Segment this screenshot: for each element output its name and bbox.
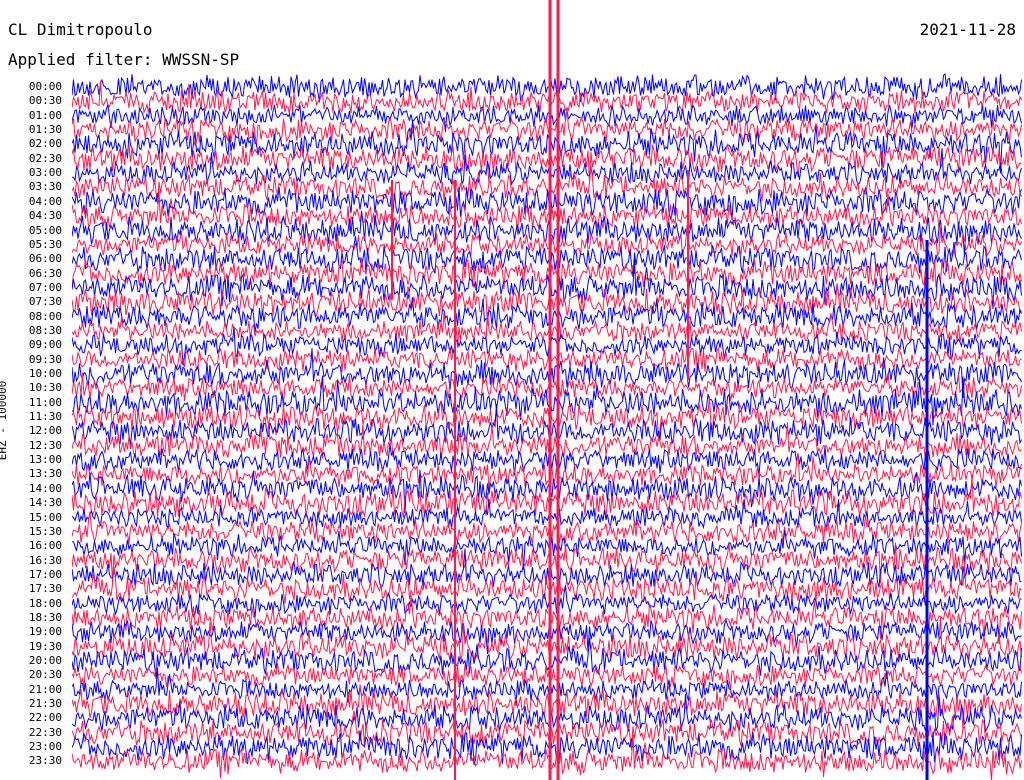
time-label: 20:00 <box>28 654 62 667</box>
time-label: 22:00 <box>28 711 62 725</box>
helicorder-page: CL Dimitropoulo Applied filter: WWSSN-SP… <box>0 0 1024 780</box>
time-label: 15:00 <box>28 510 62 524</box>
time-label: 13:00 <box>28 453 62 467</box>
time-label: 09:30 <box>28 352 62 366</box>
time-label: 17:30 <box>28 582 62 596</box>
time-label: 09:00 <box>28 338 62 352</box>
time-label: 19:30 <box>28 639 62 653</box>
time-label: 18:30 <box>28 610 62 624</box>
trace-line <box>72 326 1022 366</box>
time-label: 01:30 <box>28 123 62 137</box>
time-label: 19:00 <box>28 625 62 639</box>
time-label: 21:30 <box>28 697 62 711</box>
time-label: 05:00 <box>28 223 62 237</box>
time-label: 00:00 <box>28 80 62 93</box>
trace-line <box>72 375 1022 426</box>
trace-line <box>72 257 1022 291</box>
helicorder-plot <box>72 0 1022 780</box>
trace-line <box>72 396 1022 440</box>
time-label: 16:00 <box>28 539 62 553</box>
time-label: 13:30 <box>28 467 62 481</box>
time-label: 06:30 <box>28 266 62 280</box>
time-label: 14:00 <box>28 481 62 495</box>
time-label: 12:00 <box>28 424 62 438</box>
time-label: 15:30 <box>28 524 62 538</box>
time-label: 10:00 <box>28 367 62 380</box>
time-label: 03:30 <box>28 180 62 194</box>
time-label: 02:00 <box>28 137 62 151</box>
time-label: 11:00 <box>28 395 62 409</box>
time-label: 22:30 <box>28 725 62 739</box>
time-label: 04:30 <box>28 209 62 223</box>
time-label: 03:00 <box>28 166 62 180</box>
time-label: 12:30 <box>28 438 62 452</box>
time-label: 23:30 <box>28 754 62 768</box>
time-label: 06:00 <box>28 252 62 266</box>
time-label: 08:30 <box>28 323 62 337</box>
trace-line <box>72 662 1022 691</box>
time-label-column: 00:00 00:30 01:00 01:30 02:00 02:30 03:00 03:30… <box>0 0 62 780</box>
time-label: 05:30 <box>28 237 62 251</box>
time-label: 14:30 <box>28 496 62 510</box>
time-label: 16:30 <box>28 553 62 567</box>
time-label: 11:30 <box>28 410 62 424</box>
time-label: 21:00 <box>28 682 62 696</box>
time-label: 04:00 <box>28 194 62 208</box>
time-label: 00:30 <box>28 94 62 108</box>
time-label: 17:00 <box>28 567 62 581</box>
time-label: 10:30 <box>28 381 62 395</box>
time-label: 07:00 <box>28 280 62 294</box>
time-label: 23:00 <box>28 740 62 754</box>
time-label: 18:00 <box>28 596 62 610</box>
time-label: 07:30 <box>28 295 62 309</box>
time-label: 08:00 <box>28 309 62 323</box>
time-label: 01:00 <box>28 108 62 122</box>
time-label: 20:30 <box>28 668 62 682</box>
time-label: 02:30 <box>28 151 62 165</box>
